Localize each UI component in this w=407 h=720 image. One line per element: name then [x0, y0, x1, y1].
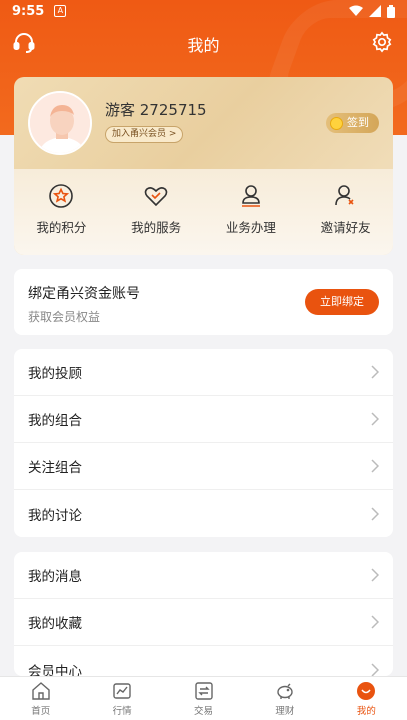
profile-icon — [357, 681, 376, 700]
bind-now-button[interactable]: 立即绑定 — [305, 289, 379, 315]
tab-mine[interactable]: 我的 — [326, 677, 407, 720]
status-icons — [349, 4, 395, 18]
list-item-favorites[interactable]: 我的收藏 — [14, 599, 393, 646]
notification-icon: A — [54, 5, 67, 17]
quick-action-label: 业务办理 — [225, 220, 276, 235]
coin-icon — [330, 116, 343, 130]
quick-action-label: 我的积分 — [36, 220, 87, 235]
menu-group-2: 我的消息 我的收藏 会员中心 — [14, 552, 393, 676]
avatar[interactable] — [28, 91, 92, 155]
chevron-right-icon — [371, 412, 379, 426]
quick-action-points[interactable]: 我的积分 — [14, 183, 109, 247]
person-icon — [241, 185, 260, 207]
chevron-right-icon — [371, 365, 379, 379]
list-item-label: 我的投顾 — [28, 366, 82, 382]
tab-market[interactable]: 行情 — [81, 677, 162, 720]
quick-action-business[interactable]: 业务办理 — [204, 183, 299, 247]
quick-action-label: 邀请好友 — [320, 220, 371, 235]
list-item-advisor[interactable]: 我的投顾 — [14, 349, 393, 396]
wifi-icon — [349, 5, 363, 16]
quick-actions: 我的积分 我的服务 业务办理 邀请好友 — [14, 183, 393, 247]
list-item-portfolio[interactable]: 我的组合 — [14, 396, 393, 443]
status-time: 9:55 — [12, 3, 45, 19]
gear-icon[interactable] — [371, 31, 393, 57]
home-icon — [32, 681, 50, 700]
star-badge-icon — [49, 184, 74, 208]
chevron-right-icon — [371, 459, 379, 473]
signal-icon — [369, 5, 381, 17]
tab-trade[interactable]: 交易 — [163, 677, 244, 720]
signin-button[interactable]: 签到 — [326, 113, 379, 133]
bind-account-subtitle: 获取会员权益 — [28, 310, 101, 324]
quick-action-label: 我的服务 — [131, 220, 182, 235]
battery-icon — [387, 4, 395, 18]
status-bar: 9:55 A — [0, 0, 407, 22]
tab-label: 交易 — [194, 705, 214, 717]
trade-exchange-icon — [194, 681, 213, 700]
invite-friend-icon — [334, 185, 354, 206]
tab-label: 我的 — [356, 705, 376, 717]
list-item-label: 我的讨论 — [28, 507, 82, 524]
username: 游客 2725715 — [105, 101, 207, 119]
tab-home[interactable]: 首页 — [0, 677, 81, 720]
piggy-bank-icon — [277, 683, 293, 699]
profile-card: 游客 2725715 加入甬兴会员 > 签到 我的积分 我的服务 业务办理 邀请… — [14, 77, 393, 255]
chevron-right-icon — [371, 568, 379, 582]
tab-wealth[interactable]: 理财 — [244, 677, 325, 720]
quick-action-invite[interactable]: 邀请好友 — [298, 183, 393, 247]
list-item-label: 我的消息 — [28, 569, 82, 585]
chevron-right-icon — [371, 615, 379, 629]
chevron-right-icon — [371, 662, 379, 676]
page-title: 我的 — [187, 36, 220, 55]
tab-label: 首页 — [31, 705, 51, 717]
join-member-link[interactable]: 加入甬兴会员 > — [105, 126, 184, 143]
list-item-label: 我的收藏 — [28, 616, 82, 632]
bind-account-title: 绑定甬兴资金账号 — [28, 286, 140, 302]
menu-group-1: 我的投顾 我的组合 关注组合 我的讨论 — [14, 349, 393, 537]
bind-account-card: 绑定甬兴资金账号 获取会员权益 立即绑定 — [14, 269, 393, 335]
list-item-label: 关注组合 — [28, 460, 82, 476]
market-chart-icon — [113, 682, 131, 699]
bottom-tab-bar: 首页 行情 交易 理财 我的 — [0, 676, 407, 720]
list-item-messages[interactable]: 我的消息 — [14, 552, 393, 599]
list-item-label: 会员中心 — [28, 663, 82, 677]
quick-action-services[interactable]: 我的服务 — [109, 183, 204, 247]
page-header: 我的 — [0, 22, 407, 66]
list-item-member-center[interactable]: 会员中心 — [14, 646, 393, 676]
customer-service-icon[interactable] — [12, 31, 36, 59]
list-item-label: 我的组合 — [28, 413, 82, 429]
list-item-followed-portfolio[interactable]: 关注组合 — [14, 443, 393, 490]
heart-icon — [144, 187, 168, 207]
tab-label: 理财 — [275, 705, 295, 717]
list-item-discussion[interactable]: 我的讨论 — [14, 490, 393, 537]
tab-label: 行情 — [112, 705, 132, 717]
signin-label: 签到 — [347, 116, 369, 129]
chevron-right-icon — [371, 506, 379, 521]
